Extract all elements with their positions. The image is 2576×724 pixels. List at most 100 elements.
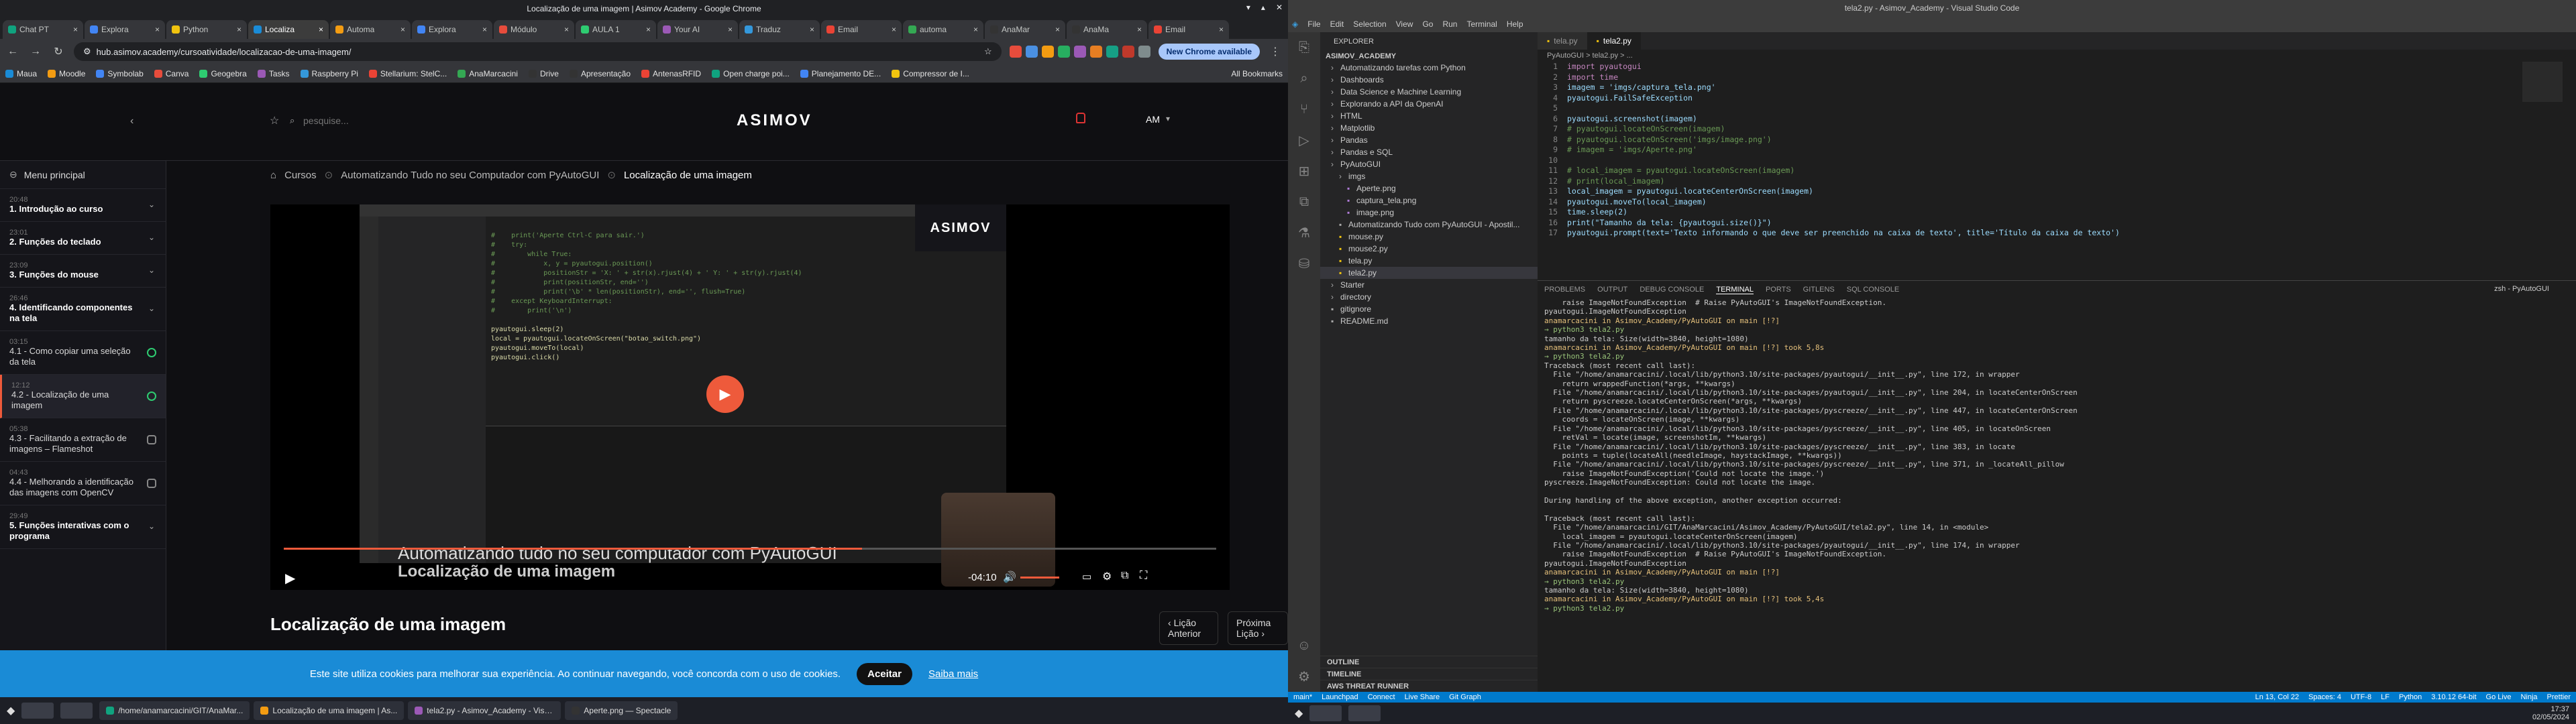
bookmark-item[interactable]: Stellarium: StelC... — [368, 69, 447, 78]
volume-slider[interactable] — [1020, 577, 1059, 579]
main-menu-link[interactable]: ⊖ Menu principal — [0, 161, 166, 189]
video-player[interactable]: # print('Aperte Ctrl-C para sair.') # tr… — [270, 204, 1230, 590]
indentation[interactable]: Spaces: 4 — [2308, 693, 2341, 701]
play-icon[interactable]: ▶ — [285, 570, 295, 587]
prettier-item[interactable]: Prettier — [2547, 693, 2571, 701]
folder-item[interactable]: › Pandas e SQL — [1320, 146, 1538, 158]
taskbar-window[interactable]: Localização de uma imagem | As... — [254, 701, 405, 720]
learn-more-link[interactable]: Saiba mais — [928, 668, 978, 680]
pip-icon[interactable]: ⧉ — [1121, 570, 1128, 582]
file-item[interactable]: ▪ mouse2.py — [1320, 243, 1538, 255]
menu-item[interactable]: Selection — [1353, 19, 1386, 29]
bookmark-item[interactable]: Canva — [154, 69, 189, 78]
collapse-sidebar-icon[interactable]: ‹ — [130, 115, 133, 127]
folder-item[interactable]: › Pandas — [1320, 134, 1538, 146]
close-tab-icon[interactable]: × — [237, 25, 241, 34]
close-icon[interactable]: ✕ — [1276, 3, 1283, 12]
close-tab-icon[interactable]: × — [482, 25, 487, 34]
panel-tab[interactable]: PROBLEMS — [1544, 286, 1585, 294]
video-progress-track[interactable] — [284, 548, 1216, 550]
fullscreen-icon[interactable]: ⛶ — [1140, 570, 1147, 582]
explorer-section[interactable]: AWS THREAT RUNNER — [1320, 680, 1538, 692]
folder-item[interactable]: › directory — [1320, 291, 1538, 303]
browser-tab[interactable]: Chat PT × — [3, 20, 83, 39]
clock[interactable]: 17:37 02/05/2024 — [2532, 705, 2569, 721]
accept-cookies-button[interactable]: Aceitar — [857, 662, 912, 685]
settings-icon[interactable]: ⚙ — [1102, 570, 1112, 583]
taskbar-window[interactable]: tela2.py - Asimov_Academy - Visua... — [408, 701, 561, 720]
ninja-item[interactable]: Ninja — [2520, 693, 2537, 701]
bookmark-item[interactable]: Symbolab — [96, 69, 144, 78]
extensions-icon[interactable]: ⊞ — [1288, 156, 1320, 186]
module-item[interactable]: 26:46 4. Identificando componentes na tel… — [0, 288, 166, 331]
menu-item[interactable]: Edit — [1330, 19, 1344, 29]
eol[interactable]: LF — [2381, 693, 2390, 701]
file-item[interactable]: ▪ image.png — [1320, 206, 1538, 219]
folder-item[interactable]: › imgs — [1320, 170, 1538, 182]
bookmark-item[interactable]: Moodle — [48, 69, 85, 78]
completed-check-icon[interactable] — [147, 348, 156, 357]
close-tab-icon[interactable]: × — [1137, 25, 1142, 34]
terminal-output[interactable]: raise ImageNotFoundException # Raise PyA… — [1538, 298, 2576, 613]
breadcrumb-courses[interactable]: Cursos — [284, 170, 317, 181]
explorer-section[interactable]: OUTLINE — [1320, 656, 1538, 668]
file-item[interactable]: ▪ README.md — [1320, 315, 1538, 327]
folder-item[interactable]: › PyAutoGUI — [1320, 158, 1538, 170]
explorer-section[interactable]: TIMELINE — [1320, 668, 1538, 680]
browser-tab[interactable]: Explora × — [412, 20, 492, 39]
bookmark-item[interactable]: Compressor de I... — [892, 69, 969, 78]
file-item[interactable]: ▪ tela.py — [1320, 255, 1538, 267]
bookmark-item[interactable]: Drive — [528, 69, 559, 78]
account-icon[interactable]: ☺ — [1288, 630, 1320, 661]
minimap[interactable] — [2522, 62, 2563, 102]
chevron-down-icon[interactable]: ⌄ — [148, 522, 155, 531]
folder-item[interactable]: › Explorando a API da OpenAI — [1320, 98, 1538, 110]
bookmark-item[interactable]: Raspberry Pi — [300, 69, 358, 78]
close-tab-icon[interactable]: × — [564, 25, 569, 34]
connect-item[interactable]: Connect — [1368, 693, 1395, 701]
maximize-icon[interactable]: ▴ — [1261, 3, 1265, 12]
workspace-icon[interactable] — [1348, 705, 1381, 721]
extension-icon[interactable] — [1041, 46, 1054, 58]
language-mode[interactable]: Python — [2399, 693, 2422, 701]
code-editor[interactable]: 1 import pyautogui 2 import time 3 imagem = '… — [1538, 62, 2576, 239]
bookmark-item[interactable]: Apresentação — [569, 69, 631, 78]
workspace-icon[interactable] — [1309, 705, 1342, 721]
folder-item[interactable]: › Dashboards — [1320, 74, 1538, 86]
manage-icon[interactable]: ⚙ — [1288, 661, 1320, 692]
launchpad-item[interactable]: Launchpad — [1322, 693, 1358, 701]
chevron-down-icon[interactable]: ⌄ — [148, 233, 155, 242]
menu-item[interactable]: Go — [1422, 19, 1433, 29]
start-menu-icon[interactable]: ◆ — [1295, 707, 1303, 720]
chevron-down-icon[interactable]: ⌄ — [148, 200, 155, 209]
live-share-item[interactable]: Live Share — [1405, 693, 1440, 701]
close-tab-icon[interactable]: × — [728, 25, 733, 34]
browser-tab[interactable]: AnaMar × — [985, 20, 1065, 39]
menu-item[interactable]: Terminal — [1466, 19, 1497, 29]
browser-tab[interactable]: Localiza × — [248, 20, 329, 39]
close-tab-icon[interactable]: × — [1055, 25, 1060, 34]
explorer-root[interactable]: ASIMOV_ACADEMY — [1320, 51, 1538, 62]
all-bookmarks[interactable]: All Bookmarks — [1231, 69, 1283, 78]
browser-tab[interactable]: Your AI × — [657, 20, 738, 39]
bookmark-item[interactable]: Geogebra — [199, 69, 247, 78]
checkbox-icon[interactable] — [147, 479, 156, 488]
browser-tab[interactable]: AULA 1 × — [576, 20, 656, 39]
browser-tab[interactable]: Módulo × — [494, 20, 574, 39]
address-bar[interactable]: ⚙ hub.asimov.academy/cursoatividade/loca… — [74, 42, 1002, 61]
reload-icon[interactable]: ↻ — [51, 45, 66, 58]
start-menu-icon[interactable]: ◆ — [7, 704, 15, 717]
browser-tab[interactable]: Traduz × — [739, 20, 820, 39]
terminal-name[interactable]: zsh - PyAutoGUI — [2494, 285, 2549, 293]
bookmark-item[interactable]: Tasks — [257, 69, 290, 78]
browser-tab[interactable]: Automa × — [330, 20, 411, 39]
file-item[interactable]: ▪ mouse.py — [1320, 231, 1538, 243]
menu-item[interactable]: View — [1396, 19, 1413, 29]
menu-item[interactable]: Run — [1442, 19, 1457, 29]
close-tab-icon[interactable]: × — [155, 25, 160, 34]
next-lesson-button[interactable]: Próxima Lição › — [1227, 611, 1288, 645]
captions-icon[interactable]: ▭ — [1082, 570, 1091, 583]
browser-tab[interactable]: AnaMa × — [1067, 20, 1147, 39]
panel-tab[interactable]: GITLENS — [1803, 286, 1835, 294]
panel-tab[interactable]: SQL CONSOLE — [1847, 286, 1899, 294]
